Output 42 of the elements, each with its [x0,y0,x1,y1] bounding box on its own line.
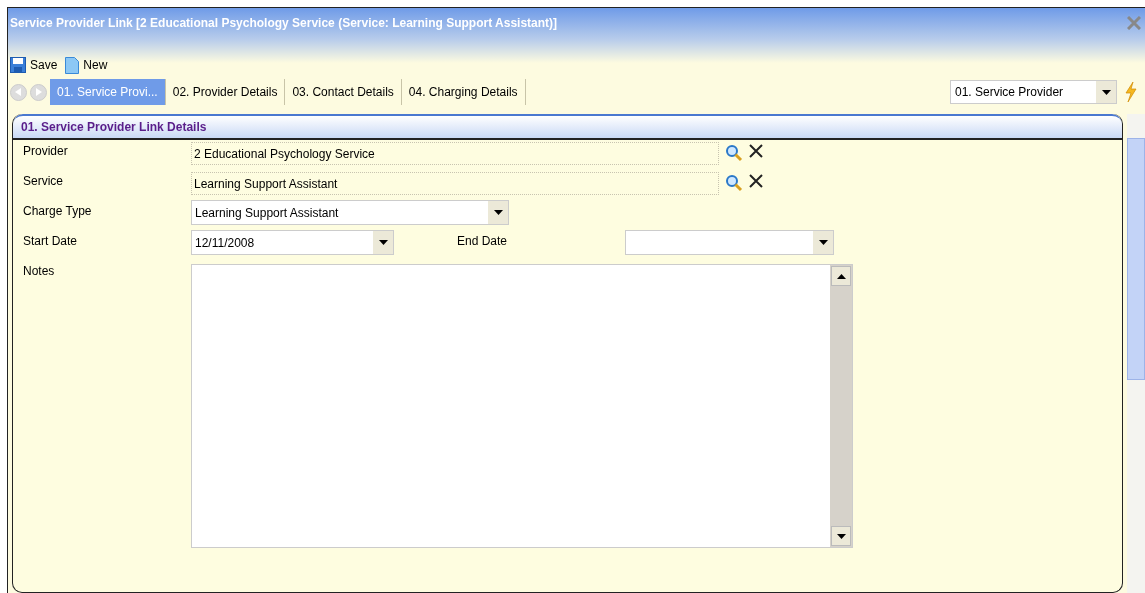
down-arrow-icon [493,210,503,215]
input-field[interactable]: 2 Educational Psychology Service [191,142,719,165]
left-arrow-icon [15,88,22,96]
search-icon [725,144,743,162]
down-arrow-icon [818,240,828,245]
window-title: Service Provider Link [2 Educational Psychology Service (Service: Learning Support Assistant)] [10,16,558,30]
scroll-up-button[interactable] [831,266,851,286]
section-dropdown[interactable]: 01. Service Provider [950,80,1117,104]
clear-button[interactable] [749,174,763,188]
search-button[interactable] [725,174,743,192]
field-label: Service [23,174,64,188]
search-icon [725,174,743,192]
down-arrow-icon [1101,89,1111,95]
input-field[interactable]: Learning Support Assistant [191,172,719,195]
dropdown-field[interactable]: Learning Support Assistant [191,200,509,225]
lightning-icon[interactable] [1125,82,1137,102]
date-field[interactable] [625,230,834,255]
field-label: Start Date [23,234,79,248]
save-button[interactable]: Save [10,57,58,73]
clear-button[interactable] [749,144,763,158]
scrollbar[interactable] [830,265,852,547]
up-arrow-icon [836,273,846,279]
document-icon [65,56,80,74]
search-button[interactable] [725,144,743,162]
panel-title: 01. Service Provider Link Details [13,114,1122,140]
field-label: End Date [457,234,509,248]
tab[interactable]: 02. Provider Details [165,79,286,105]
new-button[interactable]: New [65,56,108,74]
down-arrow-icon [378,240,388,245]
right-arrow-icon [35,88,42,96]
close-icon [749,174,763,188]
field-label: Charge Type [23,204,93,218]
close-icon [749,144,763,158]
tab[interactable]: 04. Charging Details [401,79,526,105]
scrollbar[interactable] [1127,114,1145,593]
date-field[interactable]: 12/11/2008 [191,230,394,255]
tab[interactable]: 03. Contact Details [285,79,402,105]
scroll-down-button[interactable] [831,526,851,546]
field-label: Notes [23,264,56,278]
notes-field[interactable] [191,264,853,548]
down-arrow-icon [836,533,846,539]
field-label: Provider [23,144,69,158]
